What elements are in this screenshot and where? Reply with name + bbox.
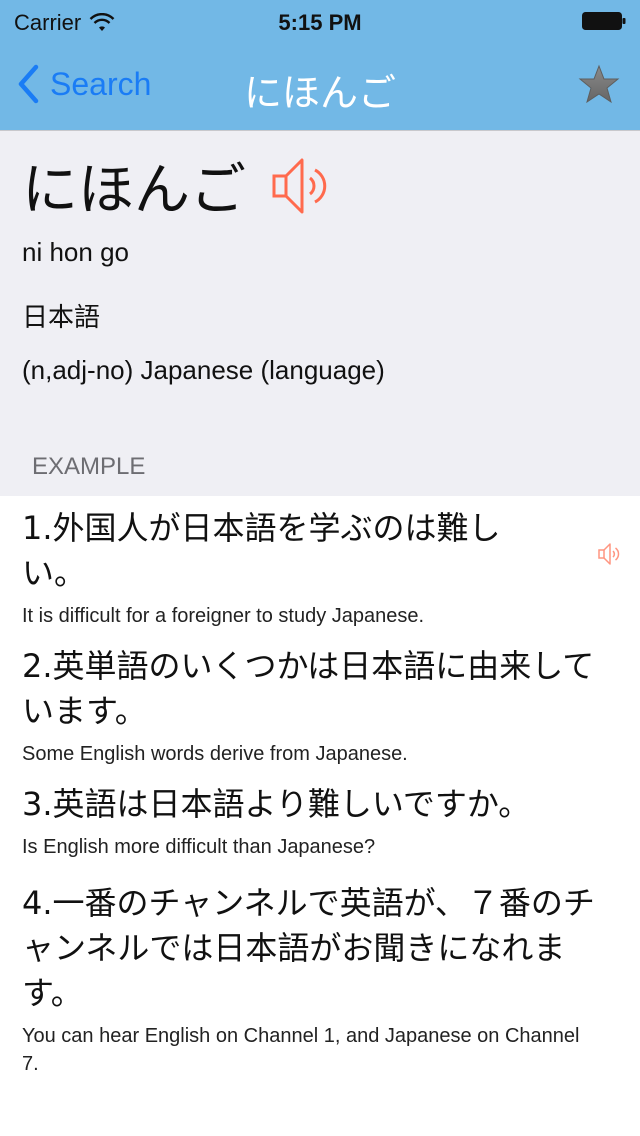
- example-english: It is difficult for a foreigner to study…: [22, 605, 425, 627]
- example-japanese: 2.英単語のいくつかは日本語に由来しています。: [22, 647, 595, 730]
- example-japanese: 3.英語は日本語より難しいですか。: [22, 785, 531, 823]
- example-item[interactable]: 1.外国人が日本語を学ぶのは難しい。 It is difficult for a…: [22, 496, 620, 630]
- example-japanese: 1.外国人が日本語を学ぶのは難しい。: [22, 509, 501, 592]
- carrier-label: Carrier: [14, 10, 82, 35]
- speaker-icon[interactable]: [596, 540, 624, 568]
- example-english: Some English words derive from Japanese.: [22, 743, 408, 765]
- headword: にほんご: [22, 158, 246, 223]
- wifi-icon: [89, 13, 115, 31]
- battery-icon: [582, 12, 626, 30]
- star-icon[interactable]: [578, 64, 620, 104]
- carrier-info: Carrier: [14, 10, 115, 36]
- word-row: にほんご: [22, 145, 332, 226]
- status-bar: Carrier 5:15 PM: [0, 0, 640, 40]
- chevron-left-icon: [18, 64, 39, 104]
- example-item[interactable]: 3.英語は日本語より難しいですか。 Is English more diffic…: [22, 782, 600, 861]
- section-label-example: EXAMPLE: [32, 453, 146, 480]
- examples-list: 1.外国人が日本語を学ぶのは難しい。 It is difficult for a…: [0, 496, 640, 1078]
- example-japanese: 4.一番のチャンネルで英語が、７番のチャンネルでは日本語がお聞きになれます。: [22, 884, 595, 1012]
- speaker-icon[interactable]: [268, 154, 332, 218]
- back-label: Search: [50, 65, 152, 102]
- kanji: 日本語: [22, 302, 101, 332]
- example-item[interactable]: 4.一番のチャンネルで英語が、７番のチャンネルでは日本語がお聞きになれます。 Y…: [22, 881, 600, 1078]
- example-item[interactable]: 2.英単語のいくつかは日本語に由来しています。 Some English wor…: [22, 644, 600, 768]
- back-button[interactable]: Search: [16, 64, 151, 104]
- meaning: (n,adj-no) Japanese (language): [22, 355, 385, 385]
- entry-detail: にほんご ni hon go 日本語 (n,adj-no) Japanese (…: [0, 130, 640, 496]
- header: Carrier 5:15 PM Search にほんご: [0, 0, 640, 130]
- reading: ni hon go: [22, 237, 129, 267]
- navigation-bar: Search にほんご: [0, 40, 640, 130]
- example-english: You can hear English on Channel 1, and J…: [22, 1025, 580, 1075]
- example-english: Is English more difficult than Japanese?: [22, 836, 376, 858]
